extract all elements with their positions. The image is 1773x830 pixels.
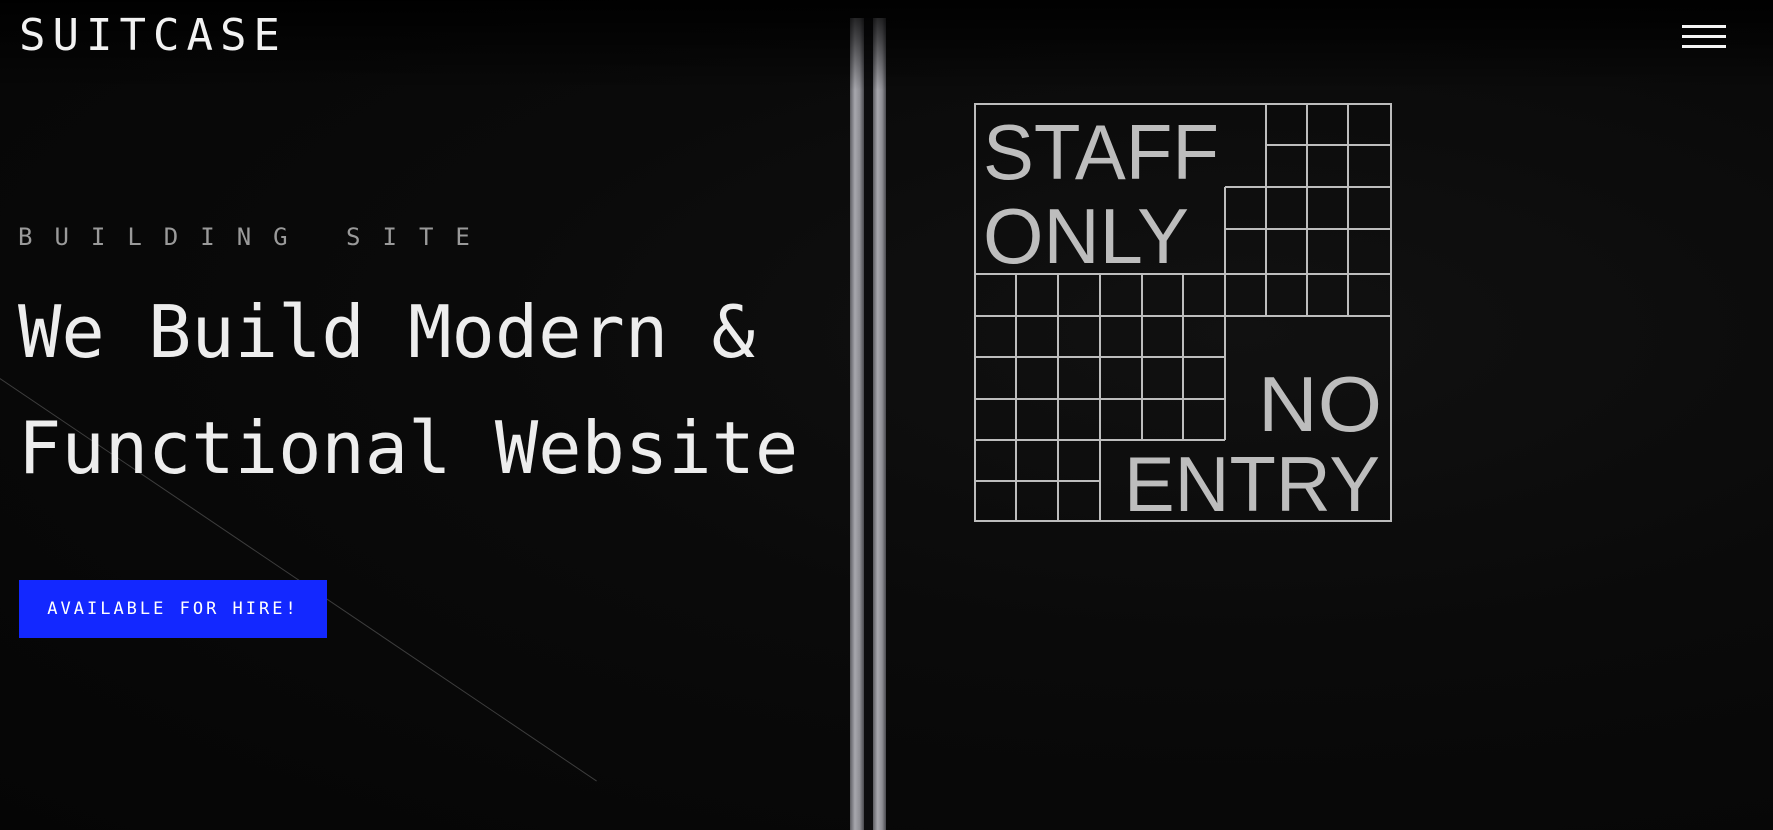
hamburger-menu-icon[interactable] bbox=[1680, 22, 1728, 52]
staff-only-sign-image: STAFF ONLY NO ENTRY bbox=[974, 103, 1392, 522]
sign-text-entry: ENTRY bbox=[1124, 440, 1380, 522]
menu-bar-middle bbox=[1682, 35, 1726, 38]
menu-bar-bottom bbox=[1682, 45, 1726, 48]
menu-bar-top bbox=[1682, 25, 1726, 28]
sign-text-only: ONLY bbox=[983, 192, 1189, 280]
sign-text-no: NO bbox=[1258, 360, 1382, 448]
headline-line-2: Functional Website bbox=[18, 406, 799, 490]
hero-section: STAFF ONLY NO ENTRY SUITCASE BUILDING SI… bbox=[0, 0, 1773, 830]
sign-text-staff: STAFF bbox=[983, 108, 1219, 196]
site-logo[interactable]: SUITCASE bbox=[19, 8, 287, 64]
hero-eyebrow: BUILDING SITE bbox=[18, 223, 492, 251]
hero-headline: We Build Modern & Functional Website bbox=[18, 274, 878, 506]
headline-line-1: We Build Modern & bbox=[18, 290, 755, 374]
available-for-hire-button[interactable]: AVAILABLE FOR HIRE! bbox=[19, 580, 327, 638]
